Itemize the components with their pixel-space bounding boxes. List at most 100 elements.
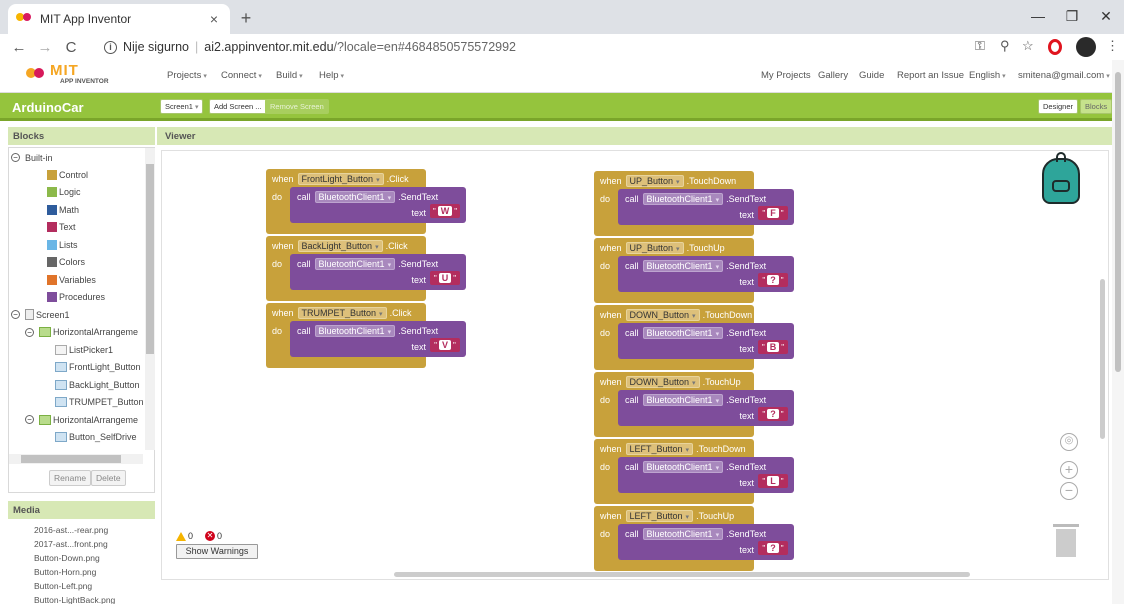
- profile-avatar[interactable]: [1076, 37, 1096, 57]
- tree-item-component[interactable]: TRUMPET_Button: [55, 394, 143, 411]
- tree-item-procedures[interactable]: Procedures: [47, 289, 105, 306]
- tree-item-component[interactable]: −HorizontalArrangeme: [25, 446, 138, 450]
- remove-screen-button[interactable]: Remove Screen: [265, 99, 329, 114]
- trash-icon[interactable]: [1053, 524, 1079, 557]
- media-file[interactable]: 2016-ast...-rear.png: [34, 525, 108, 535]
- tree-item-component[interactable]: −HorizontalArrangeme: [25, 411, 138, 428]
- workspace-hscroll[interactable]: [394, 572, 970, 577]
- tree-item-component[interactable]: Button_SelfDrive: [55, 429, 137, 446]
- text-string-block[interactable]: "? ": [758, 541, 788, 555]
- event-block[interactable]: when FrontLight_Button ▾ .Click do call Blueto…: [266, 169, 466, 234]
- designer-button[interactable]: Designer: [1038, 99, 1079, 114]
- tree-item-built-in[interactable]: − Built-in: [11, 149, 53, 166]
- component-dropdown[interactable]: UP_Button ▾: [625, 242, 684, 254]
- bluetooth-dropdown[interactable]: BluetoothClient1 ▾: [642, 461, 724, 473]
- window-close-button[interactable]: ✕: [1096, 8, 1116, 25]
- address-bar[interactable]: i Nije sigurno | ai2.appinventor.mit.edu…: [104, 37, 516, 57]
- bluetooth-dropdown[interactable]: BluetoothClient1 ▾: [642, 260, 724, 272]
- event-block[interactable]: when BackLight_Button ▾ .Click do call Bluetoo…: [266, 236, 466, 301]
- screen-select-dropdown[interactable]: Screen1 ▾: [160, 99, 204, 114]
- event-block[interactable]: when TRUMPET_Button ▾ .Click do call Bluetooth…: [266, 303, 466, 368]
- media-file[interactable]: Button-Left.png: [34, 581, 92, 591]
- menu-help[interactable]: Help ▾: [319, 70, 344, 81]
- key-icon[interactable]: ⚿: [975, 38, 985, 54]
- call-block[interactable]: call BluetoothClient1 ▾ .SendText text "? ": [618, 390, 794, 426]
- call-block[interactable]: call BluetoothClient1 ▾ .SendText text " F ": [618, 189, 794, 225]
- call-block[interactable]: call BluetoothClient1 ▾ .SendText text " V ": [290, 321, 466, 357]
- call-block[interactable]: call BluetoothClient1 ▾ .SendText text " W ": [290, 187, 466, 223]
- info-icon[interactable]: i: [104, 40, 117, 54]
- opera-icon[interactable]: [1048, 39, 1062, 55]
- blocks-tree-vscroll[interactable]: [145, 148, 155, 450]
- text-string-block[interactable]: "? ": [758, 273, 788, 287]
- collapse-icon[interactable]: −: [25, 415, 34, 424]
- show-warnings-button[interactable]: Show Warnings: [176, 544, 258, 559]
- tree-item-variables[interactable]: Variables: [47, 271, 96, 288]
- media-file[interactable]: 2017-ast...front.png: [34, 539, 108, 549]
- window-minimize-button[interactable]: —: [1028, 8, 1048, 24]
- collapse-icon[interactable]: −: [11, 310, 20, 319]
- tree-item-component[interactable]: −HorizontalArrangeme: [25, 324, 138, 341]
- bluetooth-dropdown[interactable]: BluetoothClient1 ▾: [642, 528, 724, 540]
- event-block[interactable]: when UP_Button ▾ .TouchDown do call BluetoothC…: [594, 171, 794, 236]
- event-block[interactable]: when LEFT_Button ▾ .TouchUp do call BluetoothC…: [594, 506, 794, 571]
- tree-item-lists[interactable]: Lists: [47, 236, 78, 253]
- menu-account[interactable]: smitena@gmail.com ▾: [1018, 70, 1110, 81]
- bluetooth-dropdown[interactable]: BluetoothClient1 ▾: [314, 191, 396, 203]
- component-dropdown[interactable]: LEFT_Button ▾: [625, 443, 694, 455]
- bookmark-star-icon[interactable]: ☆: [1022, 38, 1034, 54]
- menu-connect[interactable]: Connect ▾: [221, 70, 262, 81]
- link-my-projects[interactable]: My Projects: [761, 70, 811, 81]
- event-block[interactable]: when DOWN_Button ▾ .TouchDown do call Bluetoot…: [594, 305, 794, 370]
- add-screen-button[interactable]: Add Screen ...: [209, 99, 267, 114]
- component-dropdown[interactable]: TRUMPET_Button ▾: [297, 307, 387, 319]
- zoom-out-icon[interactable]: −: [1060, 482, 1078, 500]
- recenter-icon[interactable]: ◎: [1060, 433, 1078, 451]
- page-vscroll[interactable]: [1112, 60, 1124, 604]
- zoom-in-icon[interactable]: +: [1060, 461, 1078, 479]
- menu-language[interactable]: English ▾: [969, 70, 1006, 81]
- text-string-block[interactable]: " V ": [430, 338, 460, 352]
- link-gallery[interactable]: Gallery: [818, 70, 848, 81]
- tree-item-colors[interactable]: Colors: [47, 254, 85, 271]
- text-string-block[interactable]: " W ": [430, 204, 460, 218]
- window-maximize-button[interactable]: ❐: [1062, 8, 1082, 25]
- new-tab-button[interactable]: +: [236, 8, 256, 28]
- blocks-tree-hscroll[interactable]: [9, 454, 143, 464]
- bluetooth-dropdown[interactable]: BluetoothClient1 ▾: [642, 327, 724, 339]
- bluetooth-dropdown[interactable]: BluetoothClient1 ▾: [314, 325, 396, 337]
- component-dropdown[interactable]: DOWN_Button ▾: [625, 376, 700, 388]
- rename-button[interactable]: Rename: [49, 470, 92, 486]
- blocks-button[interactable]: Blocks: [1080, 99, 1113, 114]
- menu-build[interactable]: Build ▾: [276, 70, 303, 81]
- call-block[interactable]: call BluetoothClient1 ▾ .SendText text " U ": [290, 254, 466, 290]
- forward-button[interactable]: →: [34, 39, 56, 56]
- browser-tab[interactable]: MIT App Inventor ×: [8, 4, 230, 34]
- bluetooth-dropdown[interactable]: BluetoothClient1 ▾: [642, 193, 724, 205]
- text-string-block[interactable]: " F ": [758, 206, 788, 220]
- backpack-icon[interactable]: [1042, 152, 1080, 204]
- call-block[interactable]: call BluetoothClient1 ▾ .SendText text " L ": [618, 457, 794, 493]
- collapse-icon[interactable]: −: [25, 327, 34, 337]
- call-block[interactable]: call BluetoothClient1 ▾ .SendText text "? ": [618, 256, 794, 292]
- text-string-block[interactable]: "? ": [758, 407, 788, 421]
- delete-button[interactable]: Delete: [91, 470, 126, 486]
- component-dropdown[interactable]: FrontLight_Button ▾: [297, 173, 384, 185]
- back-button[interactable]: ←: [8, 39, 30, 56]
- call-block[interactable]: call BluetoothClient1 ▾ .SendText text " B ": [618, 323, 794, 359]
- component-dropdown[interactable]: DOWN_Button ▾: [625, 309, 700, 321]
- link-report-issue[interactable]: Report an Issue: [897, 70, 964, 81]
- menu-projects[interactable]: Projects ▾: [167, 70, 207, 81]
- link-guide[interactable]: Guide: [859, 70, 884, 81]
- event-block[interactable]: when UP_Button ▾ .TouchUp do call BluetoothCli…: [594, 238, 794, 303]
- browser-menu-icon[interactable]: ⋮: [1106, 38, 1119, 54]
- tree-item-component[interactable]: ListPicker1: [55, 341, 113, 358]
- event-block[interactable]: when DOWN_Button ▾ .TouchUp do call BluetoothC…: [594, 372, 794, 437]
- media-file[interactable]: Button-LightBack.png: [34, 595, 115, 604]
- media-file[interactable]: Button-Horn.png: [34, 567, 96, 577]
- text-string-block[interactable]: " L ": [758, 474, 788, 488]
- blocks-workspace[interactable]: 0 ✕ 0 Show Warnings ◎ + − when FrontLight…: [161, 150, 1109, 580]
- component-dropdown[interactable]: UP_Button ▾: [625, 175, 684, 187]
- bluetooth-dropdown[interactable]: BluetoothClient1 ▾: [314, 258, 396, 270]
- mit-app-inventor-logo[interactable]: MIT APP INVENTOR: [24, 62, 116, 89]
